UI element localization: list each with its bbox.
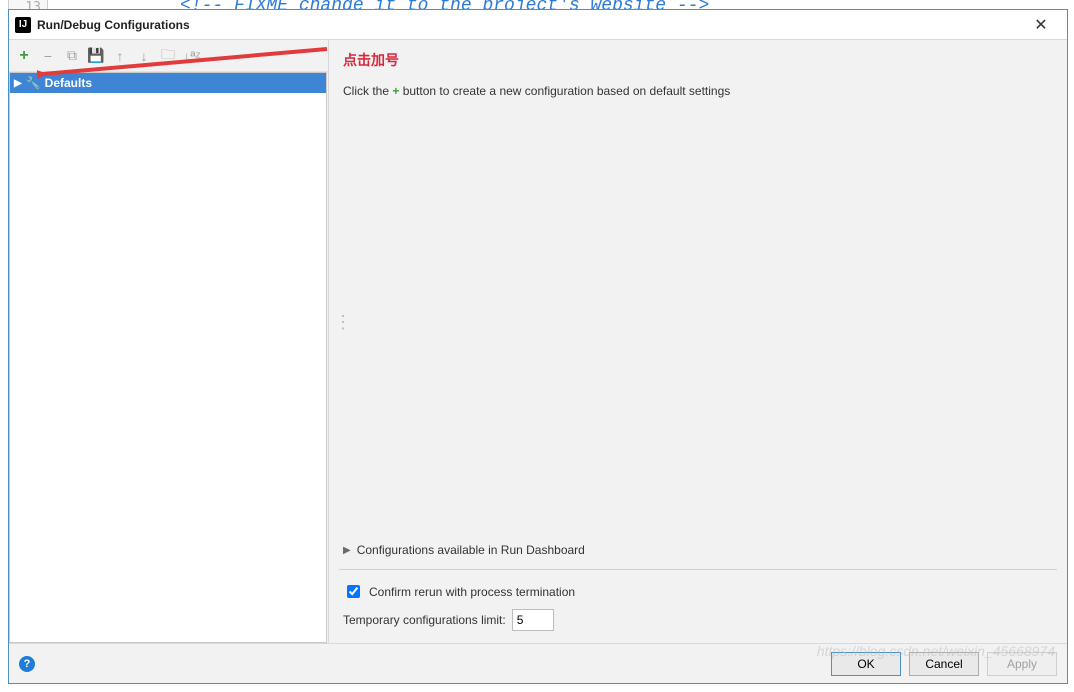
app-icon: IJ	[15, 17, 31, 33]
confirm-rerun-checkbox[interactable]	[347, 585, 360, 598]
add-config-button[interactable]: +	[13, 45, 35, 67]
ok-button[interactable]: OK	[831, 652, 901, 676]
separator	[339, 569, 1057, 570]
dialog-footer: ? OK Cancel Apply	[9, 643, 1067, 683]
save-config-button[interactable]: 💾	[85, 45, 107, 67]
apply-button[interactable]: Apply	[987, 652, 1057, 676]
tree-item-defaults[interactable]: ▶ 🔧 Defaults	[10, 73, 326, 93]
dialog-title: Run/Debug Configurations	[37, 18, 1021, 32]
folder-button[interactable]: 🗀	[157, 45, 179, 67]
config-toolbar: + − ⧉ 💾 ↑ ↓ 🗀 ↓ªᶻ	[9, 40, 328, 72]
confirm-rerun-row: Confirm rerun with process termination	[339, 578, 1057, 605]
tree-item-label: Defaults	[45, 76, 92, 90]
annotation-text: 点击加号	[339, 40, 1057, 76]
right-panel: 点击加号 Click the + button to create a new …	[329, 40, 1067, 643]
dashboard-label: Configurations available in Run Dashboar…	[357, 543, 585, 557]
chevron-right-icon: ▶	[14, 78, 22, 89]
close-button[interactable]: ✕	[1021, 11, 1061, 39]
move-down-button[interactable]: ↓	[133, 45, 155, 67]
wrench-icon: 🔧	[26, 76, 41, 90]
confirm-rerun-label: Confirm rerun with process termination	[369, 585, 575, 599]
remove-config-button[interactable]: −	[37, 45, 59, 67]
temp-limit-label: Temporary configurations limit:	[343, 613, 506, 627]
empty-hint: Click the + button to create a new confi…	[339, 76, 1057, 98]
cancel-button[interactable]: Cancel	[909, 652, 979, 676]
temp-limit-row: Temporary configurations limit:	[339, 605, 1057, 643]
config-tree[interactable]: ▶ 🔧 Defaults	[9, 72, 327, 643]
chevron-right-icon: ▶	[343, 545, 351, 556]
dialog-body: + − ⧉ 💾 ↑ ↓ 🗀 ↓ªᶻ ▶ 🔧 Defaults 点击加号 Clic	[9, 40, 1067, 643]
splitter-grip[interactable]: ⋮	[334, 319, 340, 343]
dashboard-section[interactable]: ▶ Configurations available in Run Dashbo…	[339, 539, 1057, 561]
move-up-button[interactable]: ↑	[109, 45, 131, 67]
sort-button[interactable]: ↓ªᶻ	[181, 45, 203, 67]
titlebar: IJ Run/Debug Configurations ✕	[9, 10, 1067, 40]
left-panel: + − ⧉ 💾 ↑ ↓ 🗀 ↓ªᶻ ▶ 🔧 Defaults	[9, 40, 329, 643]
temp-limit-input[interactable]	[512, 609, 554, 631]
help-icon[interactable]: ?	[19, 656, 35, 672]
copy-config-button[interactable]: ⧉	[61, 45, 83, 67]
run-debug-config-dialog: IJ Run/Debug Configurations ✕ + − ⧉ 💾 ↑ …	[8, 9, 1068, 684]
